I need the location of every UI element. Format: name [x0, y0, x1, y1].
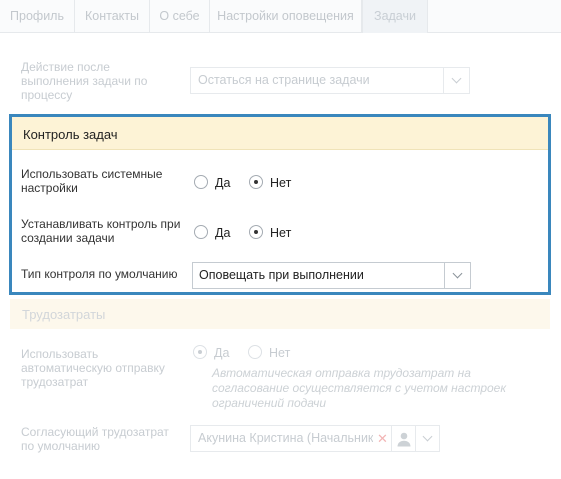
tab-bar: Профиль Контакты О себе Настройки оповещ…: [0, 0, 561, 33]
set-control-yes-label: Да: [215, 226, 231, 240]
auto-send-yes-label: Да: [214, 346, 230, 360]
default-control-type-value: Оповещать при выполнении: [199, 268, 364, 282]
labor-costs-title: Трудозатраты: [22, 307, 106, 322]
set-control-no-radio[interactable]: [249, 225, 263, 239]
tab-contacts[interactable]: Контакты: [75, 0, 150, 33]
tab-about[interactable]: О себе: [150, 0, 210, 33]
after-action-select[interactable]: Остаться на странице задачи: [190, 67, 470, 94]
use-system-settings-label: Использовать системные настройки: [21, 167, 163, 195]
use-system-settings-yes-label: Да: [215, 176, 231, 190]
labor-costs-header: Трудозатраты: [10, 299, 550, 329]
tab-notification-settings[interactable]: Настройки оповещения: [210, 0, 362, 33]
set-control-yes-radio[interactable]: [194, 225, 208, 239]
tab-profile[interactable]: Профиль: [0, 0, 75, 33]
chevron-down-icon[interactable]: [415, 426, 439, 451]
task-control-header: Контроль задач: [12, 117, 548, 150]
use-system-settings-no-label: Нет: [270, 176, 292, 190]
auto-send-hint: Автоматическая отправка трудозатрат на с…: [212, 366, 507, 410]
user-icon[interactable]: [391, 426, 416, 451]
after-action-value: Остаться на странице задачи: [198, 73, 370, 87]
use-system-settings-yes-radio[interactable]: [194, 175, 208, 189]
auto-send-no-label: Нет: [269, 346, 291, 360]
approver-select[interactable]: Акунина Кристина (Начальник к ✕: [190, 425, 440, 452]
auto-send-label: Использовать автоматическую отправку тру…: [21, 347, 165, 389]
after-action-label: Действие после выполнения задачи по проц…: [21, 60, 148, 102]
task-control-title: Контроль задач: [23, 127, 118, 142]
set-control-no-label: Нет: [270, 226, 292, 240]
tab-tasks[interactable]: Задачи: [362, 0, 428, 33]
auto-send-yes-radio[interactable]: [193, 345, 207, 359]
approver-label: Согласующий трудозатрат по умолчанию: [21, 425, 169, 453]
chevron-down-icon: [443, 68, 469, 93]
default-control-type-label: Тип контроля по умолчанию: [21, 267, 178, 281]
use-system-settings-no-radio[interactable]: [249, 175, 263, 189]
auto-send-no-radio[interactable]: [248, 345, 262, 359]
approver-value: Акунина Кристина (Начальник к: [198, 431, 373, 445]
remove-icon[interactable]: ✕: [377, 431, 388, 447]
set-control-on-create-label: Устанавливать контроль при создании зада…: [21, 217, 181, 245]
task-control-panel: Контроль задач Использовать системные на…: [9, 114, 551, 295]
default-control-type-select[interactable]: Оповещать при выполнении: [192, 262, 471, 289]
chevron-down-icon: [444, 263, 470, 288]
